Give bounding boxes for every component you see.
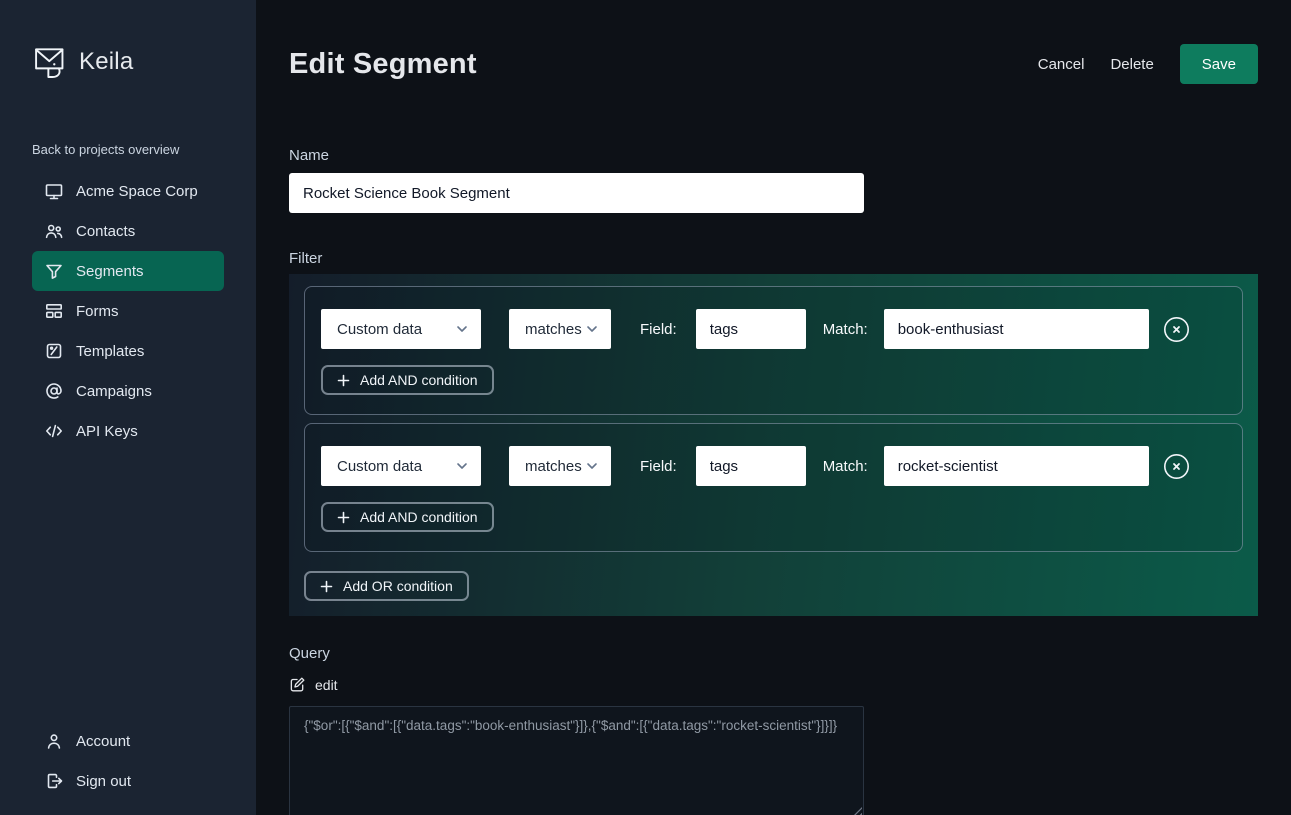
condition-field-input[interactable]: [696, 446, 806, 486]
sidebar-item-forms[interactable]: Forms: [32, 291, 224, 331]
condition-operator-select[interactable]: matches: [509, 309, 611, 349]
monitor-icon: [44, 181, 64, 201]
condition-match-input[interactable]: [884, 309, 1149, 349]
brand: Keila: [32, 42, 224, 82]
condition-type-select[interactable]: Custom data: [321, 309, 481, 349]
sidebar-item-api-keys[interactable]: API Keys: [32, 411, 224, 451]
funnel-icon: [44, 261, 64, 281]
query-label: Query: [289, 645, 1258, 662]
save-button[interactable]: Save: [1180, 44, 1258, 84]
back-to-projects-link[interactable]: Back to projects overview: [32, 142, 224, 157]
query-edit-link[interactable]: edit: [289, 676, 338, 693]
sidebar-item-label: Acme Space Corp: [76, 183, 198, 200]
keila-logo-icon: [32, 42, 72, 82]
condition-field-input[interactable]: [696, 309, 806, 349]
add-and-condition-button[interactable]: Add AND condition: [321, 365, 494, 395]
condition-match-input[interactable]: [884, 446, 1149, 486]
edit-pencil-icon: [289, 676, 306, 693]
plus-icon: [337, 511, 350, 524]
template-icon: [44, 341, 64, 361]
x-circle-icon: [1163, 316, 1190, 343]
condition-operator-select[interactable]: matches: [509, 446, 611, 486]
main-content: Edit Segment Cancel Delete Save Name Fil…: [256, 0, 1291, 815]
field-label: Field:: [640, 458, 677, 475]
add-and-condition-label: Add AND condition: [360, 372, 478, 388]
chevron-down-icon: [585, 459, 599, 473]
condition-row: Custom data matches Field: Match:: [321, 309, 1226, 349]
add-or-condition-button[interactable]: Add OR condition: [304, 571, 469, 601]
users-icon: [44, 221, 64, 241]
sidebar-item-contacts[interactable]: Contacts: [32, 211, 224, 251]
sign-out-icon: [44, 771, 64, 791]
at-sign-icon: [44, 381, 64, 401]
sidebar-item-label: API Keys: [76, 423, 138, 440]
condition-operator-value: matches: [525, 321, 582, 338]
sidebar-item-account[interactable]: Account: [32, 721, 224, 761]
remove-condition-button[interactable]: [1163, 452, 1191, 480]
sidebar-item-label: Account: [76, 733, 130, 750]
filter-condition-card: Custom data matches Field: Match:: [304, 286, 1243, 415]
condition-type-select[interactable]: Custom data: [321, 446, 481, 486]
sidebar-item-sign-out[interactable]: Sign out: [32, 761, 224, 801]
add-and-condition-label: Add AND condition: [360, 509, 478, 525]
sidebar-item-label: Sign out: [76, 773, 131, 790]
filter-label: Filter: [289, 250, 1258, 267]
page-title: Edit Segment: [289, 48, 477, 81]
chevron-down-icon: [455, 459, 469, 473]
add-or-condition-label: Add OR condition: [343, 578, 453, 594]
plus-icon: [337, 374, 350, 387]
sidebar-item-label: Contacts: [76, 223, 135, 240]
sidebar-item-label: Forms: [76, 303, 119, 320]
sidebar-item-segments[interactable]: Segments: [32, 251, 224, 291]
delete-button[interactable]: Delete: [1110, 56, 1153, 73]
sidebar: Keila Back to projects overview Acme Spa…: [0, 0, 256, 815]
query-textarea[interactable]: {"$or":[{"$and":[{"data.tags":"book-enth…: [289, 706, 864, 815]
sidebar-item-label: Campaigns: [76, 383, 152, 400]
chevron-down-icon: [585, 322, 599, 336]
condition-operator-value: matches: [525, 458, 582, 475]
x-circle-icon: [1163, 453, 1190, 480]
query-edit-label: edit: [315, 677, 338, 693]
condition-type-value: Custom data: [337, 458, 422, 475]
name-label: Name: [289, 147, 1258, 164]
brand-name: Keila: [79, 48, 133, 76]
sidebar-nav: Acme Space Corp Contacts Segments: [32, 171, 224, 451]
sidebar-item-templates[interactable]: Templates: [32, 331, 224, 371]
code-icon: [44, 421, 64, 441]
remove-condition-button[interactable]: [1163, 315, 1191, 343]
sidebar-item-acme-space-corp[interactable]: Acme Space Corp: [32, 171, 224, 211]
sidebar-item-label: Templates: [76, 343, 144, 360]
condition-type-value: Custom data: [337, 321, 422, 338]
add-and-condition-button[interactable]: Add AND condition: [321, 502, 494, 532]
query-editor: {"$or":[{"$and":[{"data.tags":"book-enth…: [289, 706, 864, 815]
user-icon: [44, 731, 64, 751]
filter-condition-card: Custom data matches Field: Match:: [304, 423, 1243, 552]
segment-name-input[interactable]: [289, 173, 864, 213]
page-header: Edit Segment Cancel Delete Save: [289, 44, 1258, 84]
filter-panel: Custom data matches Field: Match:: [289, 274, 1258, 616]
cancel-button[interactable]: Cancel: [1038, 56, 1085, 73]
condition-row: Custom data matches Field: Match:: [321, 446, 1226, 486]
header-actions: Cancel Delete Save: [1038, 44, 1258, 84]
plus-icon: [320, 580, 333, 593]
sidebar-item-campaigns[interactable]: Campaigns: [32, 371, 224, 411]
match-label: Match:: [823, 458, 868, 475]
match-label: Match:: [823, 321, 868, 338]
field-label: Field:: [640, 321, 677, 338]
chevron-down-icon: [455, 322, 469, 336]
sidebar-footer: Account Sign out: [32, 721, 224, 801]
forms-layout-icon: [44, 301, 64, 321]
sidebar-item-label: Segments: [76, 263, 144, 280]
